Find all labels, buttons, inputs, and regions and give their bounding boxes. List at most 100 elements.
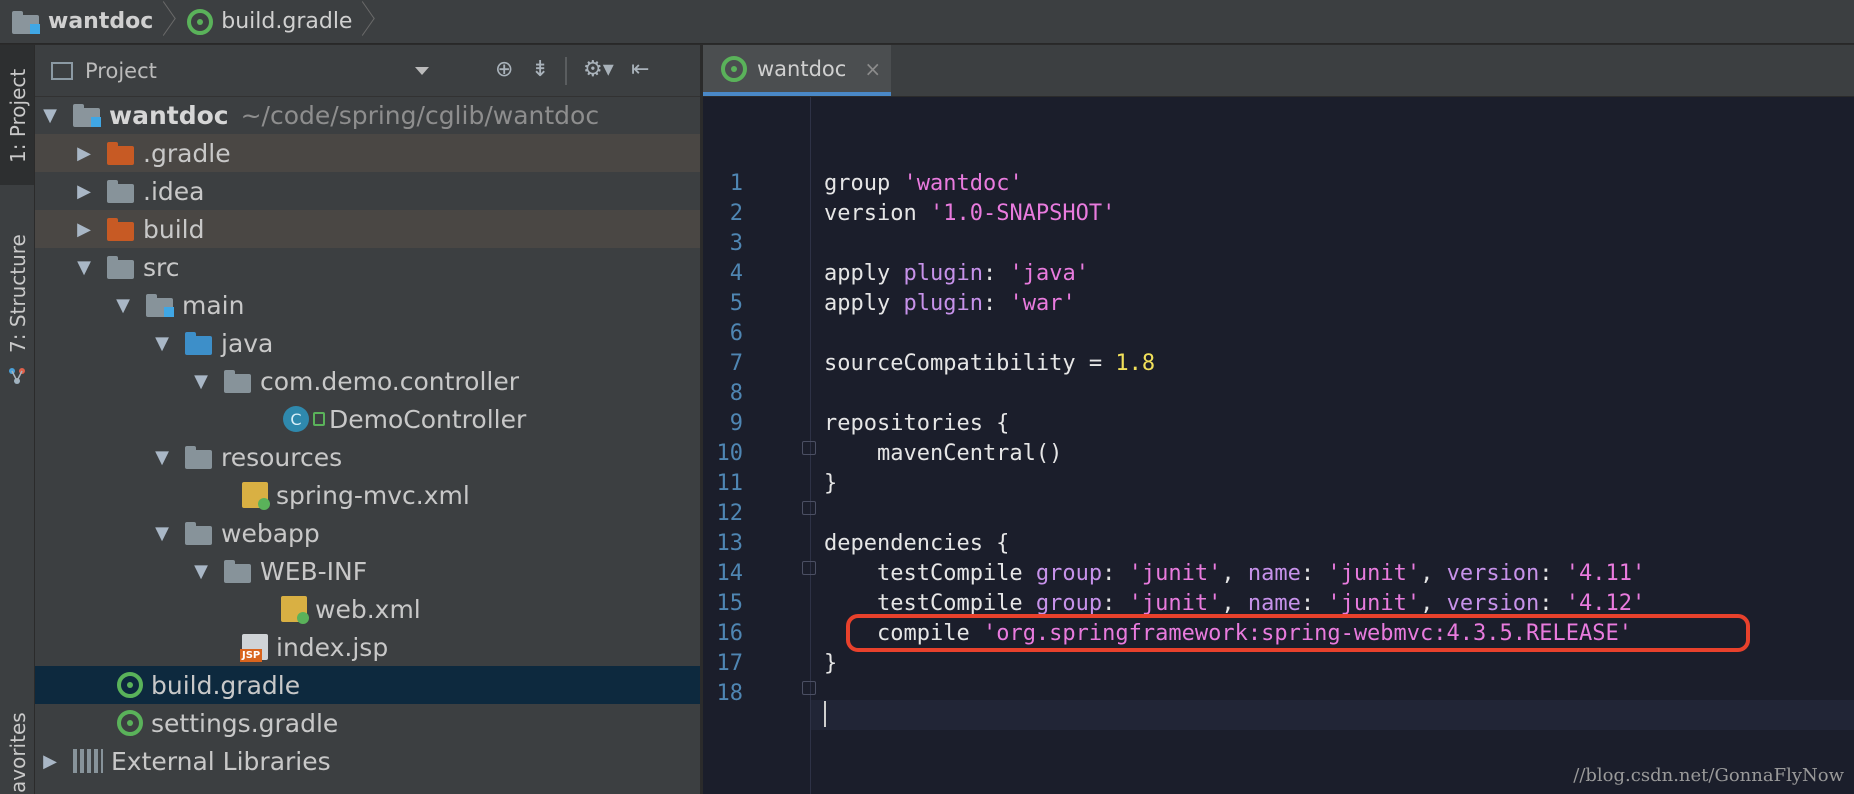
gear-icon[interactable]: ⚙▾ — [583, 57, 614, 82]
tab-favorites-label: avorites — [6, 712, 30, 793]
module-folder-icon — [146, 293, 174, 317]
code-line: dependencies { — [824, 531, 1010, 556]
collapsed-arrow-icon[interactable]: ▶ — [73, 218, 95, 240]
keyword-token: group — [1035, 591, 1103, 616]
tree-item[interactable]: ▶ build — [35, 210, 700, 248]
expanded-arrow-icon[interactable]: ▼ — [190, 370, 212, 392]
tree-item[interactable]: ▶ External Libraries — [35, 742, 700, 780]
tab-favorites[interactable]: avorites — [0, 705, 34, 794]
code-line: testCompile group: 'junit', name: 'junit… — [824, 561, 1645, 586]
separator — [565, 57, 567, 85]
dropdown-arrow-icon[interactable] — [415, 67, 429, 75]
code-token: version — [824, 201, 930, 226]
tree-item-path: ~/code/spring/cglib/wantdoc — [240, 100, 600, 130]
editor-tab[interactable]: wantdoc × — [703, 45, 891, 96]
jsp-badge: JSP — [240, 649, 263, 662]
collapsed-arrow-icon[interactable]: ▶ — [73, 180, 95, 202]
tree-item[interactable]: web.xml — [35, 590, 700, 628]
tree-item[interactable]: ▼ main — [35, 286, 700, 324]
web-folder-icon — [185, 521, 213, 545]
spring-xml-icon — [242, 482, 270, 510]
string-token: 'java' — [1009, 261, 1089, 286]
module-folder-icon — [73, 103, 101, 127]
code-token: group — [824, 171, 904, 196]
text-caret — [824, 701, 826, 727]
editor-tab-label: wantdoc — [757, 56, 847, 81]
tree-item[interactable]: settings.gradle — [35, 704, 700, 742]
number-token: 1.8 — [1115, 351, 1156, 376]
code-line: sourceCompatibility = 1.8 — [824, 351, 1155, 376]
close-icon[interactable]: × — [864, 57, 881, 81]
expanded-arrow-icon[interactable]: ▼ — [73, 256, 95, 278]
code-token: : — [1102, 561, 1129, 586]
locate-icon[interactable]: ⊕ — [495, 57, 513, 82]
line-number: 13 — [716, 531, 744, 556]
line-number: 9 — [729, 411, 743, 436]
tree-item-label: src — [143, 252, 180, 282]
tree-item-label: resources — [221, 442, 343, 472]
package-icon — [224, 369, 252, 393]
tree-item[interactable]: ▼ com.demo.controller — [35, 362, 700, 400]
tool-window-strip: 1: Project 7: Structure avorites — [0, 45, 35, 794]
tree-item[interactable]: C DemoController — [35, 400, 700, 438]
tab-project[interactable]: 1: Project — [0, 45, 34, 185]
tree-item-label: com.demo.controller — [260, 366, 520, 396]
tree-item-label: webapp — [221, 518, 320, 548]
project-view-icon — [51, 61, 73, 80]
fold-marker-icon[interactable] — [802, 441, 816, 455]
folder-icon — [12, 10, 40, 34]
keyword-token: group — [1035, 561, 1103, 586]
folder-icon — [107, 255, 135, 279]
expanded-arrow-icon[interactable]: ▼ — [151, 332, 173, 354]
line-number: 17 — [716, 651, 744, 676]
line-number: 5 — [729, 291, 743, 316]
code-token: , — [1221, 591, 1248, 616]
expanded-arrow-icon[interactable]: ▼ — [112, 294, 134, 316]
tree-item[interactable]: ▼ WEB-INF — [35, 552, 700, 590]
expanded-arrow-icon[interactable]: ▼ — [190, 560, 212, 582]
collapsed-arrow-icon[interactable]: ▶ — [39, 750, 61, 772]
code-line: version '1.0-SNAPSHOT' — [824, 201, 1115, 226]
tree-item[interactable]: ▶ .gradle — [35, 134, 700, 172]
expanded-arrow-icon[interactable]: ▼ — [151, 446, 173, 468]
project-panel-title[interactable]: Project — [85, 59, 157, 83]
tree-item[interactable]: ▼ resources — [35, 438, 700, 476]
tree-item[interactable]: spring-mvc.xml — [35, 476, 700, 514]
breadcrumb-item-project[interactable]: wantdoc — [0, 0, 181, 44]
tree-item-selected[interactable]: build.gradle — [35, 666, 700, 704]
code-line: testCompile group: 'junit', name: 'junit… — [824, 591, 1645, 616]
code-editor[interactable]: 1 2 3 4 5 6 7 8 9 10 11 12 13 14 15 16 1… — [703, 97, 1854, 794]
collapsed-arrow-icon[interactable]: ▶ — [73, 142, 95, 164]
tab-structure[interactable]: 7: Structure — [0, 195, 34, 365]
tree-item-label: main — [182, 290, 245, 320]
hide-panel-icon[interactable]: ⇤ — [631, 57, 649, 82]
string-token: '1.0-SNAPSHOT' — [929, 201, 1116, 226]
fold-marker-icon[interactable] — [802, 501, 816, 515]
tree-item[interactable]: ▼ webapp — [35, 514, 700, 552]
collapse-all-icon[interactable]: ⇟ — [531, 57, 549, 82]
fold-marker-icon[interactable] — [802, 561, 816, 575]
code-token: : — [982, 261, 1010, 286]
tree-item[interactable]: ▼ java — [35, 324, 700, 362]
fold-marker-icon[interactable] — [802, 681, 816, 695]
line-number: 18 — [716, 681, 744, 706]
expanded-arrow-icon[interactable]: ▼ — [39, 104, 61, 126]
string-token: '4.11' — [1565, 561, 1646, 586]
tree-item[interactable]: ▶ .idea — [35, 172, 700, 210]
class-icon: C — [283, 406, 325, 432]
gradle-icon — [117, 672, 143, 698]
string-token: 'junit' — [1128, 591, 1222, 616]
tree-item-label: .idea — [143, 176, 205, 206]
folder-icon — [107, 179, 135, 203]
web-xml-icon — [281, 596, 309, 624]
code-token: testCompile — [824, 591, 1036, 616]
tree-item[interactable]: JSP index.jsp — [35, 628, 700, 666]
expanded-arrow-icon[interactable]: ▼ — [151, 522, 173, 544]
tree-item[interactable]: ▼ wantdoc ~/code/spring/cglib/wantdoc — [35, 96, 700, 134]
breadcrumb-item-file[interactable]: build.gradle — [181, 0, 380, 44]
tree-item-label: build.gradle — [151, 670, 301, 700]
tree-item-label: External Libraries — [111, 746, 331, 776]
tree-item[interactable]: ▼ src — [35, 248, 700, 286]
code-line: group 'wantdoc' — [824, 171, 1023, 196]
code-line: } — [824, 651, 838, 676]
